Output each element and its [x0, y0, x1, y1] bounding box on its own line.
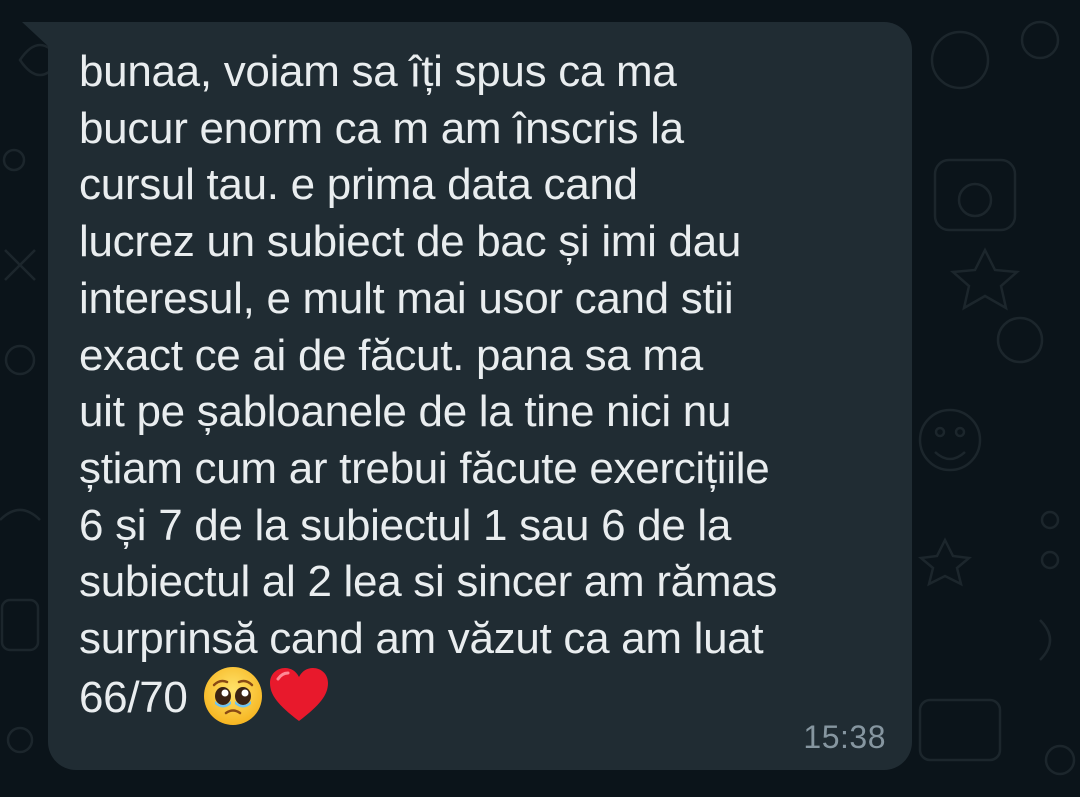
- message-line: lucrez un subiect de bac și imi dau: [79, 217, 742, 267]
- message-line: bunaa, voiam sa îți spus ca ma: [79, 47, 677, 96]
- message-line: surprinsă cand am văzut ca am luat: [79, 614, 764, 664]
- pleading-face-icon: [202, 665, 264, 732]
- message-line: subiectul al 2 lea si sincer am rămas: [79, 557, 778, 607]
- message-text: bunaa, voiam sa îți spus ca ma bucur eno…: [79, 44, 882, 730]
- message-bubble[interactable]: bunaa, voiam sa îți spus ca ma bucur eno…: [48, 22, 912, 770]
- message-line: cursul tau. e prima data cand: [79, 160, 638, 210]
- message-line: 66/70: [79, 673, 188, 723]
- message-timestamp: 15:38: [803, 719, 886, 755]
- message-line: bucur enorm ca m am înscris la: [79, 103, 684, 153]
- message-line: uit pe șabloanele de la tine nici nu: [79, 387, 732, 437]
- message-line: exact ce ai de făcut. pana sa ma: [79, 330, 703, 380]
- message-line: interesul, e mult mai usor cand stii: [79, 273, 734, 323]
- bubble-tail: [22, 22, 50, 48]
- last-line-row: 66/70: [79, 665, 882, 732]
- message-line: 6 și 7 de la subiectul 1 sau 6 de la: [79, 500, 732, 550]
- message-line: știam cum ar trebui făcute exercițiile: [79, 443, 770, 493]
- red-heart-icon: [268, 665, 330, 732]
